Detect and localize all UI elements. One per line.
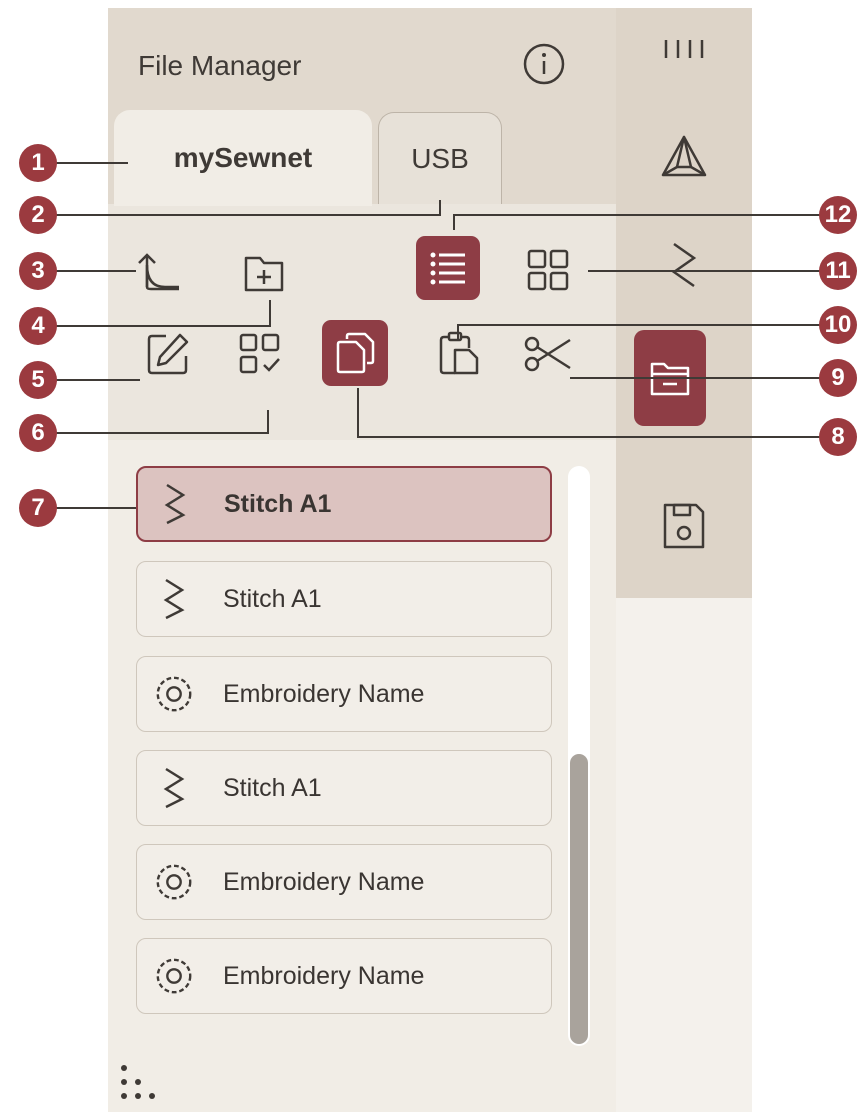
- callout-9: 9: [819, 359, 857, 397]
- callout-4: 4: [19, 307, 57, 345]
- callout-12: 12: [819, 196, 857, 234]
- callout-11: 11: [819, 252, 857, 290]
- callout-7: 7: [19, 489, 57, 527]
- callout-8: 8: [819, 418, 857, 456]
- callout-lines: [38, 162, 838, 509]
- callout-10: 10: [819, 306, 857, 344]
- callout-1: 1: [19, 144, 57, 182]
- callout-6: 6: [19, 414, 57, 452]
- callout-3: 3: [19, 252, 57, 290]
- callout-5: 5: [19, 361, 57, 399]
- callout-2: 2: [19, 196, 57, 234]
